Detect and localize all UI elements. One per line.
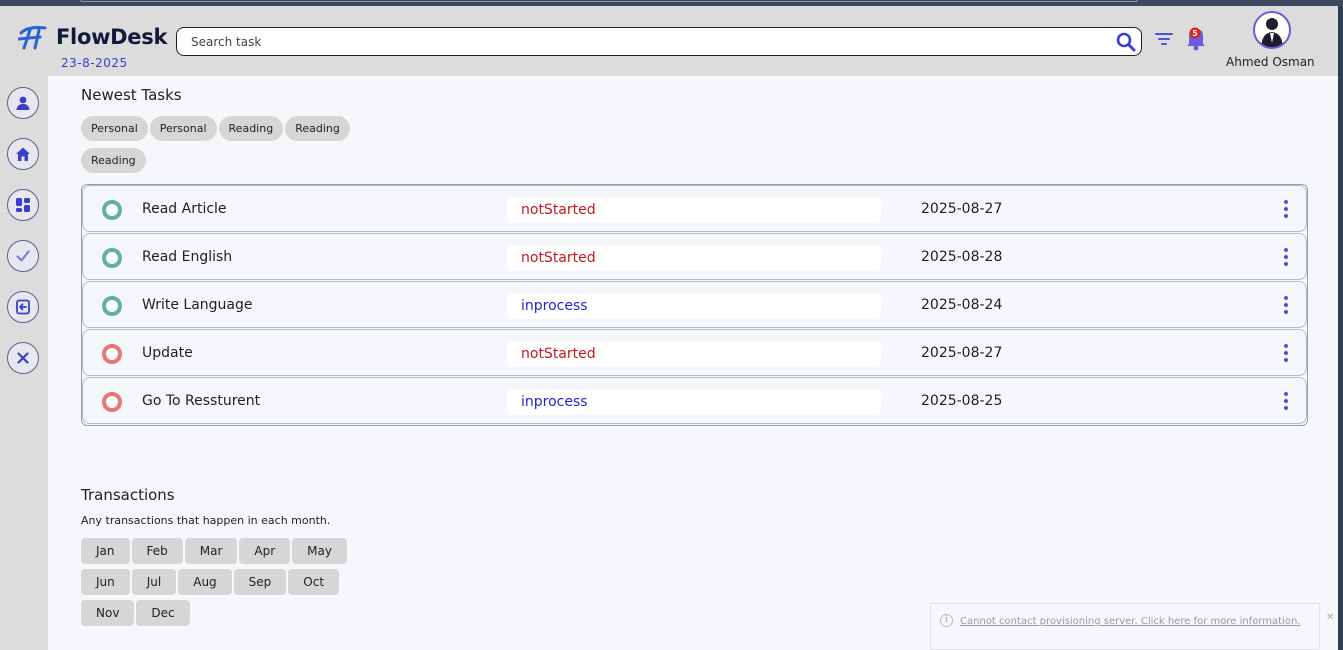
month-button-mar[interactable]: Mar bbox=[184, 538, 238, 564]
bell-icon: 5 bbox=[1187, 27, 1205, 51]
task-status-indicator[interactable] bbox=[102, 344, 122, 364]
sidebar bbox=[0, 76, 48, 650]
task-date: 2025-08-27 bbox=[921, 345, 1003, 361]
close-icon bbox=[17, 352, 29, 364]
sidebar-item-logout[interactable] bbox=[7, 291, 39, 323]
user-icon bbox=[16, 96, 30, 110]
notice-link[interactable]: Cannot contact provisioning server. Clic… bbox=[960, 616, 1300, 627]
month-button-dec[interactable]: Dec bbox=[136, 600, 190, 626]
task-row[interactable]: Write Language inprocess 2025-08-24 bbox=[82, 281, 1307, 328]
sidebar-item-home[interactable] bbox=[7, 138, 39, 170]
task-date: 2025-08-27 bbox=[921, 201, 1003, 217]
main-content: Newest Tasks Personal Personal Reading Read… bbox=[48, 76, 1338, 650]
check-icon bbox=[16, 250, 30, 262]
user-name: Ahmed Osman bbox=[1226, 55, 1315, 69]
current-date: 23-8-2025 bbox=[61, 56, 128, 70]
task-status-indicator[interactable] bbox=[102, 200, 122, 220]
task-date: 2025-08-28 bbox=[921, 249, 1003, 265]
avatar[interactable] bbox=[1253, 11, 1291, 49]
task-status: notStarted bbox=[507, 197, 881, 223]
sidebar-item-close[interactable] bbox=[7, 342, 39, 374]
task-list: Read Article notStarted 2025-08-27 Read … bbox=[81, 184, 1308, 426]
notifications-button[interactable]: 5 bbox=[1184, 24, 1208, 52]
month-buttons: Jan Feb Mar Apr May Jun Jul Aug Sep Oct Nov Dec bbox=[81, 538, 381, 631]
more-options-icon[interactable] bbox=[1280, 390, 1292, 414]
task-name: Go To Ressturent bbox=[142, 393, 261, 409]
sidebar-item-completed[interactable] bbox=[7, 240, 39, 272]
more-options-icon[interactable] bbox=[1280, 342, 1292, 366]
search-bar bbox=[176, 27, 1142, 56]
more-options-icon[interactable] bbox=[1280, 294, 1292, 318]
task-status-indicator[interactable] bbox=[102, 248, 122, 268]
newest-tasks-title: Newest Tasks bbox=[81, 86, 182, 104]
search-icon[interactable] bbox=[1115, 31, 1137, 53]
task-date: 2025-08-24 bbox=[921, 297, 1003, 313]
task-status: notStarted bbox=[507, 245, 881, 271]
task-status: notStarted bbox=[507, 341, 881, 367]
month-button-feb[interactable]: Feb bbox=[131, 538, 183, 564]
month-button-jan[interactable]: Jan bbox=[81, 538, 130, 564]
transactions-title: Transactions bbox=[81, 486, 175, 504]
month-button-nov[interactable]: Nov bbox=[81, 600, 135, 626]
window-right-edge bbox=[1338, 6, 1343, 650]
sidebar-item-dashboard[interactable] bbox=[7, 189, 39, 221]
task-date: 2025-08-25 bbox=[921, 393, 1003, 409]
notification-badge: 5 bbox=[1192, 29, 1198, 38]
flowdesk-logo-icon bbox=[18, 26, 47, 50]
month-button-jul[interactable]: Jul bbox=[131, 569, 177, 595]
user-avatar-icon bbox=[1261, 18, 1283, 47]
provisioning-notice[interactable]: i Cannot contact provisioning server. Cl… bbox=[930, 603, 1320, 650]
logout-icon bbox=[16, 299, 30, 315]
filter-icon[interactable] bbox=[1154, 28, 1174, 48]
task-status-indicator[interactable] bbox=[102, 392, 122, 412]
more-options-icon[interactable] bbox=[1280, 198, 1292, 222]
task-row[interactable]: Update notStarted 2025-08-27 bbox=[82, 329, 1307, 376]
more-options-icon[interactable] bbox=[1280, 246, 1292, 270]
category-chips: Personal Personal Reading Reading Reading bbox=[81, 116, 381, 180]
sidebar-item-profile[interactable] bbox=[7, 87, 39, 119]
task-row[interactable]: Read Article notStarted 2025-08-27 bbox=[82, 185, 1307, 232]
month-button-apr[interactable]: Apr bbox=[239, 538, 291, 564]
task-name: Update bbox=[142, 345, 193, 361]
task-row[interactable]: Read English notStarted 2025-08-28 bbox=[82, 233, 1307, 280]
category-chip[interactable]: Personal bbox=[149, 116, 217, 141]
dashboard-icon bbox=[16, 198, 30, 212]
search-input[interactable] bbox=[191, 33, 1091, 51]
top-window-bar bbox=[80, 0, 1138, 2]
task-status-indicator[interactable] bbox=[102, 296, 122, 316]
task-name: Read Article bbox=[142, 201, 227, 217]
transactions-subtitle: Any transactions that happen in each mon… bbox=[81, 514, 331, 527]
info-icon: i bbox=[940, 614, 953, 627]
category-chip[interactable]: Personal bbox=[81, 116, 148, 141]
app-name: FlowDesk bbox=[56, 25, 168, 49]
category-chip[interactable]: Reading bbox=[285, 116, 350, 141]
month-button-oct[interactable]: Oct bbox=[288, 569, 340, 595]
task-status: inprocess bbox=[507, 293, 881, 319]
notice-close-icon[interactable]: ✕ bbox=[1326, 612, 1334, 623]
app-window: FlowDesk 23-8-2025 5 bbox=[0, 6, 1338, 650]
task-status: inprocess bbox=[507, 389, 881, 415]
logo[interactable]: FlowDesk bbox=[18, 24, 167, 50]
category-chip[interactable]: Reading bbox=[81, 148, 146, 173]
month-button-jun[interactable]: Jun bbox=[81, 569, 130, 595]
task-name: Write Language bbox=[142, 297, 253, 313]
task-name: Read English bbox=[142, 249, 233, 265]
month-button-sep[interactable]: Sep bbox=[233, 569, 287, 595]
month-button-may[interactable]: May bbox=[292, 538, 347, 564]
home-icon bbox=[16, 147, 30, 161]
category-chip[interactable]: Reading bbox=[218, 116, 284, 141]
header: FlowDesk 23-8-2025 5 bbox=[0, 6, 1338, 76]
task-row[interactable]: Go To Ressturent inprocess 2025-08-25 bbox=[82, 377, 1307, 424]
month-button-aug[interactable]: Aug bbox=[178, 569, 232, 595]
